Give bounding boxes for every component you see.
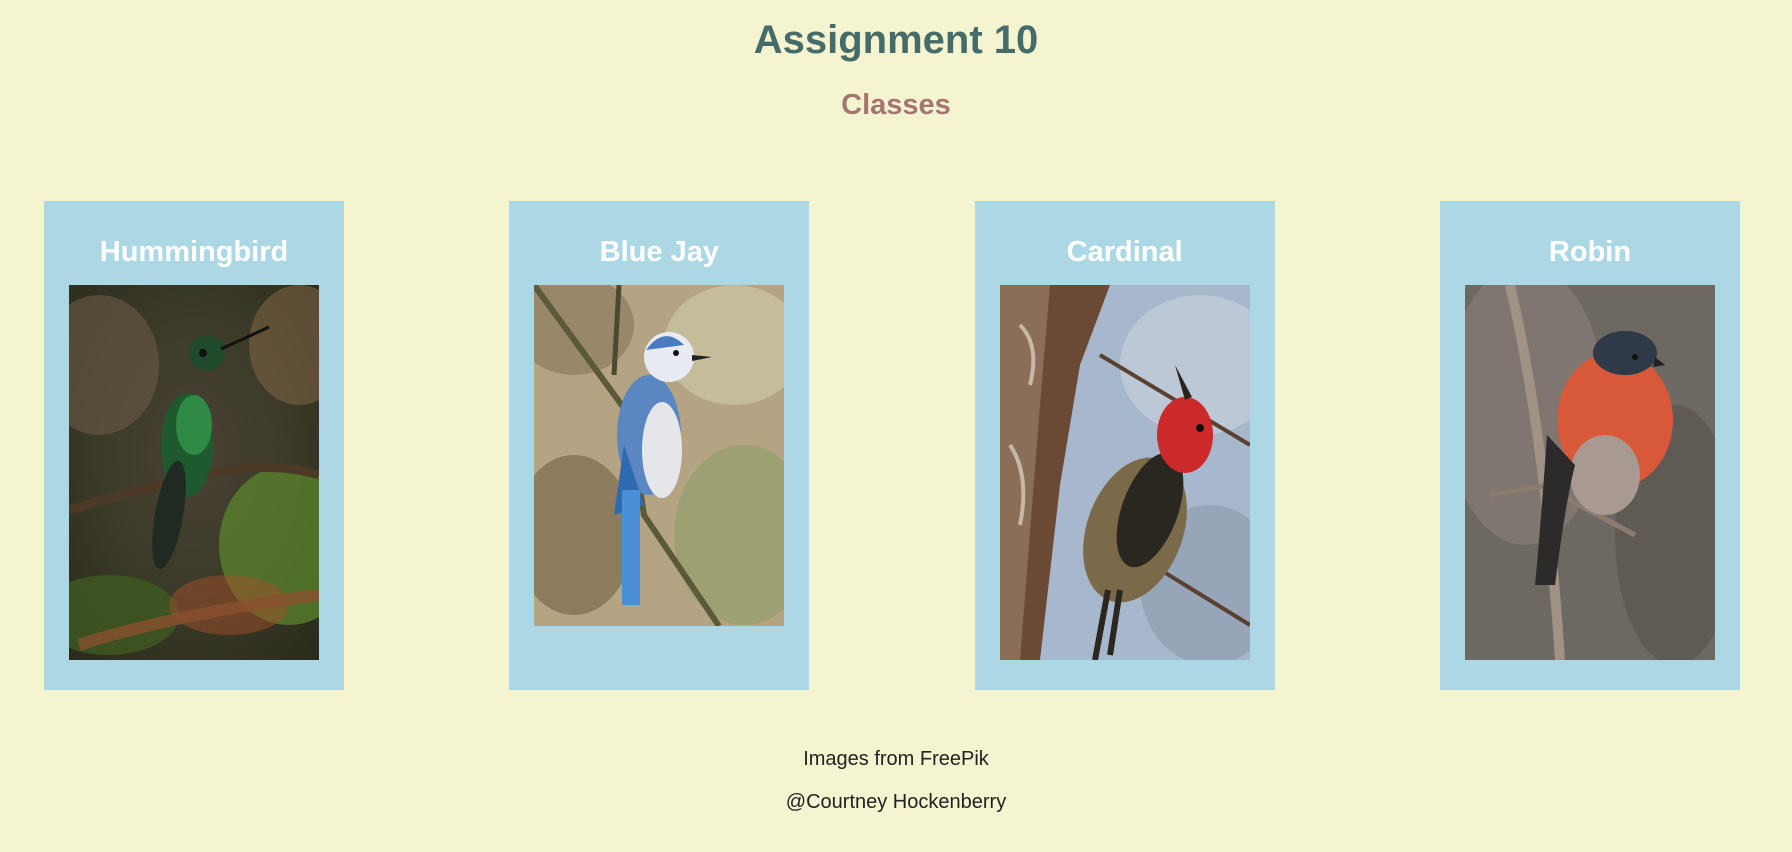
hummingbird-photo (69, 285, 319, 660)
robin-photo (1464, 285, 1715, 660)
card-hummingbird: Hummingbird (44, 201, 344, 690)
bird-cards: Hummingbird Blue Jay Cardinal Robin (44, 201, 1740, 690)
author-credit: @Courtney Hockenberry (785, 791, 1007, 813)
card-title: Hummingbird (99, 236, 289, 268)
card-title: Robin (1548, 236, 1632, 268)
page-subtitle: Classes (841, 89, 951, 121)
card-robin: Robin (1439, 201, 1740, 690)
image-credit: Images from FreePik (803, 748, 989, 770)
card-blue-jay: Blue Jay (509, 201, 810, 690)
page-title: Assignment 10 (753, 18, 1039, 62)
blue-jay-photo (534, 285, 785, 626)
card-cardinal: Cardinal (974, 201, 1275, 690)
cardinal-photo (999, 285, 1250, 660)
card-title: Blue Jay (599, 236, 719, 268)
card-title: Cardinal (1066, 236, 1183, 268)
